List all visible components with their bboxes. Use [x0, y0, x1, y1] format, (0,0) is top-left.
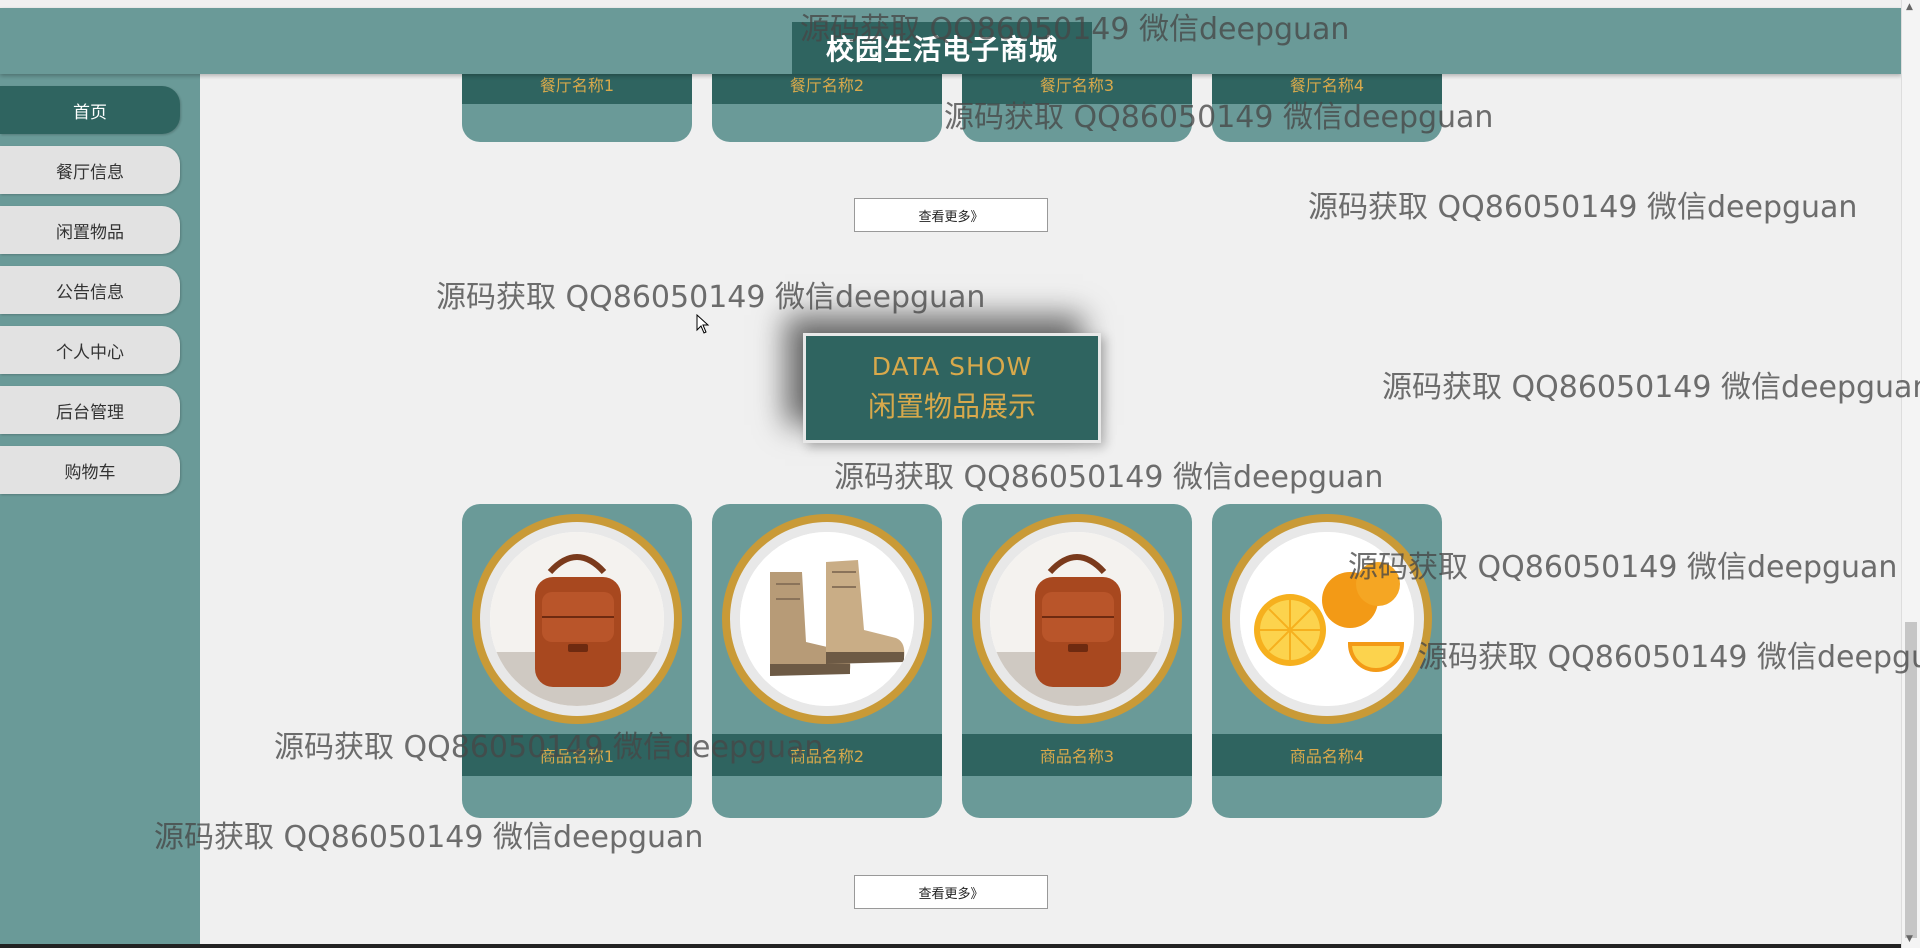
page-scrollbar[interactable]: ▲ ▼	[1901, 0, 1920, 948]
scroll-down-icon[interactable]: ▼	[1906, 934, 1913, 944]
oranges-icon	[1240, 532, 1414, 706]
sidebar-item-idle-items[interactable]: 闲置物品	[0, 206, 180, 254]
sidebar-item-personal-center[interactable]: 个人中心	[0, 326, 180, 374]
sidebar-item-restaurants[interactable]: 餐厅信息	[0, 146, 180, 194]
watermark: 源码获取 QQ86050149 微信deepguan	[154, 820, 704, 855]
product-card[interactable]: 商品名称4	[1212, 504, 1442, 818]
sidebar-item-announcements[interactable]: 公告信息	[0, 266, 180, 314]
product-name: 商品名称3	[962, 734, 1192, 776]
sidebar-item-home[interactable]: 首页	[0, 86, 180, 134]
product-card[interactable]: 商品名称2	[712, 504, 942, 818]
watermark: 源码获取 QQ86050149 微信deepguan	[1382, 370, 1920, 405]
section-title-en: DATA SHOW	[871, 351, 1033, 381]
product-name: 商品名称2	[712, 734, 942, 776]
sidebar-nav: 首页 餐厅信息 闲置物品 公告信息 个人中心 后台管理 购物车	[0, 74, 200, 948]
sidebar-item-admin[interactable]: 后台管理	[0, 386, 180, 434]
watermark: 源码获取 QQ86050149 微信deepguan	[436, 280, 986, 315]
scrollbar-thumb[interactable]	[1905, 622, 1917, 938]
section-title-cn: 闲置物品展示	[867, 389, 1036, 423]
watermark: 源码获取 QQ86050149 微信deepguan	[1418, 640, 1920, 675]
product-name: 商品名称1	[462, 734, 692, 776]
watermark: 源码获取 QQ86050149 微信deepguan	[834, 460, 1384, 495]
product-name: 商品名称4	[1212, 734, 1442, 776]
leather-bag-icon	[990, 532, 1164, 706]
boots-icon	[740, 532, 914, 706]
product-card[interactable]: 商品名称1	[462, 504, 692, 818]
leather-bag-icon	[490, 532, 664, 706]
scroll-up-icon[interactable]: ▲	[1906, 2, 1913, 12]
top-header: 校园生活电子商城	[0, 8, 1902, 74]
sidebar-item-cart[interactable]: 购物车	[0, 446, 180, 494]
watermark: 源码获取 QQ86050149 微信deepguan	[1308, 190, 1858, 225]
taskbar-strip	[0, 944, 1920, 948]
restaurants-more-button[interactable]: 查看更多》	[854, 198, 1048, 232]
site-title: 校园生活电子商城	[792, 22, 1092, 74]
section-title-idle-items: DATA SHOW 闲置物品展示	[803, 333, 1101, 443]
idle-items-more-button[interactable]: 查看更多》	[854, 875, 1048, 909]
product-card[interactable]: 商品名称3	[962, 504, 1192, 818]
mouse-cursor-icon	[696, 313, 710, 338]
